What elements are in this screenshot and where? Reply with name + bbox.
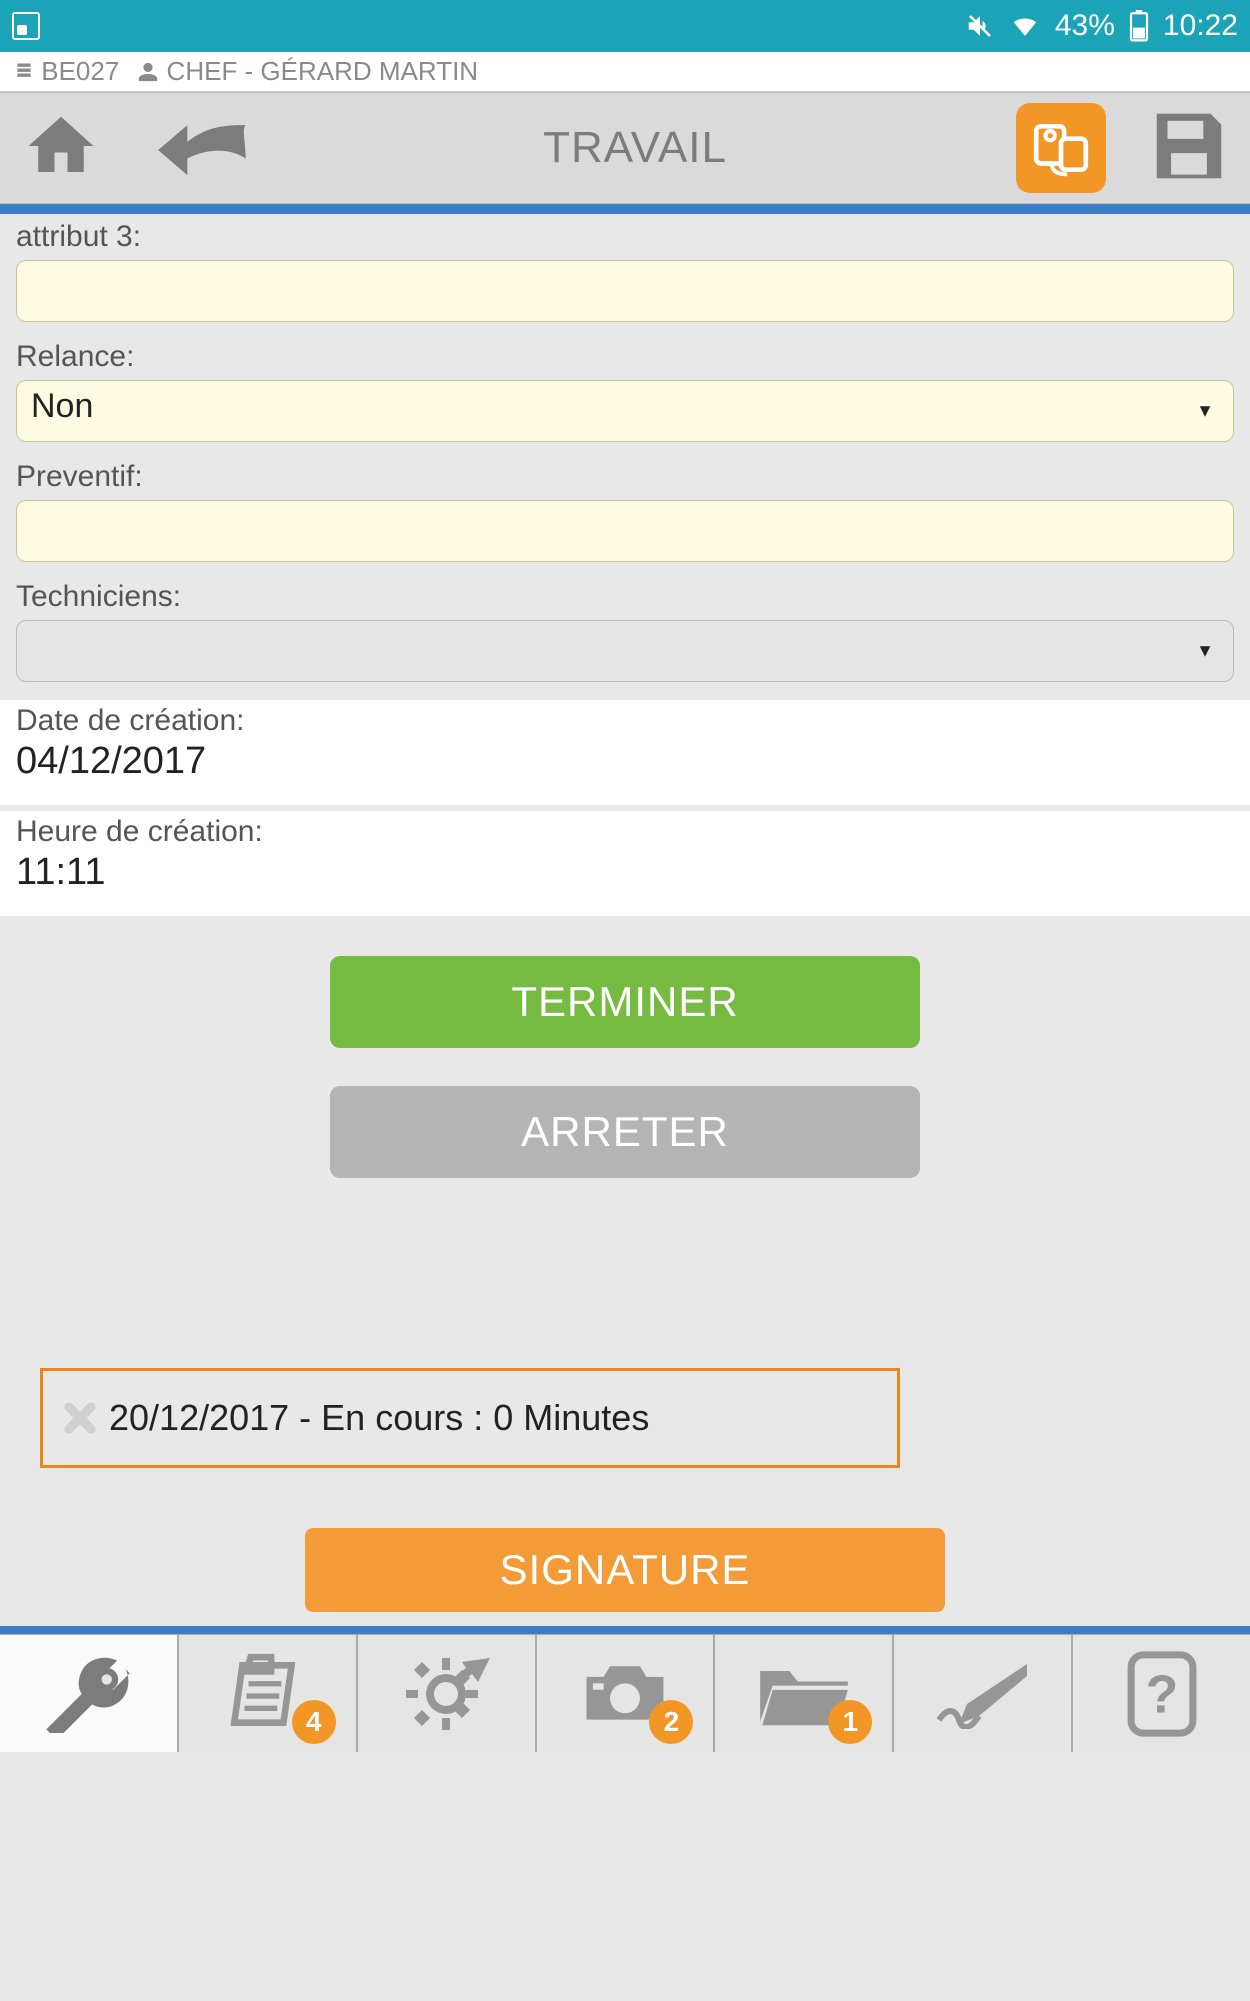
svg-text:?: ? — [1145, 1665, 1178, 1724]
field-preventif: Preventif: — [16, 460, 1234, 562]
creation-time-value: 11:11 — [16, 851, 1234, 894]
android-status-bar: 43% 10:22 — [0, 0, 1250, 52]
close-icon[interactable] — [57, 1395, 103, 1441]
creation-date-value: 04/12/2017 — [16, 740, 1234, 783]
field-attribut3: attribut 3: — [16, 220, 1234, 322]
creation-time-label: Heure de création: — [16, 815, 1234, 849]
creation-date-label: Date de création: — [16, 704, 1234, 738]
battery-percent: 43% — [1055, 9, 1115, 43]
field-creation-time: Heure de création: 11:11 — [0, 811, 1250, 916]
page-title: TRAVAIL — [254, 123, 1016, 173]
field-relance: Relance: Non — [16, 340, 1234, 442]
vehicle-badge: BE027 — [14, 56, 119, 87]
field-techniciens: Techniciens: — [16, 580, 1234, 682]
divider — [0, 204, 1250, 214]
relance-label: Relance: — [16, 340, 1234, 374]
tab-work[interactable] — [0, 1635, 179, 1752]
tab-camera[interactable]: 2 — [537, 1635, 716, 1752]
signature-button[interactable]: SIGNATURE — [305, 1528, 945, 1612]
divider — [0, 1626, 1250, 1634]
attribut3-input[interactable] — [16, 260, 1234, 322]
user-bar: BE027 CHEF - GÉRARD MARTIN — [0, 52, 1250, 92]
relance-select[interactable]: Non — [16, 380, 1234, 442]
app-bar: TRAVAIL — [0, 92, 1250, 204]
user-badge: CHEF - GÉRARD MARTIN — [137, 56, 478, 87]
status-entry-text: 20/12/2017 - En cours : 0 Minutes — [109, 1397, 649, 1439]
tab-gear-out[interactable] — [358, 1635, 537, 1752]
action-buttons: TERMINER ARRETER — [16, 956, 1234, 1178]
home-button[interactable] — [18, 107, 104, 190]
tab-clipboard[interactable]: 4 — [179, 1635, 358, 1752]
techniciens-label: Techniciens: — [16, 580, 1234, 614]
attribut3-label: attribut 3: — [16, 220, 1234, 254]
preventif-label: Preventif: — [16, 460, 1234, 494]
devices-button[interactable] — [1016, 103, 1106, 193]
tab-help[interactable]: ? — [1073, 1635, 1250, 1752]
techniciens-select[interactable] — [16, 620, 1234, 682]
gallery-icon — [12, 12, 40, 40]
form: attribut 3: Relance: Non Preventif: Tech… — [0, 214, 1250, 1612]
status-entry[interactable]: 20/12/2017 - En cours : 0 Minutes — [40, 1368, 900, 1468]
tab-sign[interactable] — [894, 1635, 1073, 1752]
tab-folder[interactable]: 1 — [715, 1635, 894, 1752]
battery-icon — [1129, 10, 1149, 42]
clock: 10:22 — [1163, 9, 1238, 43]
wifi-icon — [1009, 11, 1041, 41]
back-button[interactable] — [154, 113, 254, 184]
badge-camera: 2 — [649, 1700, 693, 1744]
save-button[interactable] — [1146, 103, 1232, 194]
badge-folder: 1 — [828, 1700, 872, 1744]
stop-button[interactable]: ARRETER — [330, 1086, 920, 1178]
field-creation-date: Date de création: 04/12/2017 — [0, 700, 1250, 805]
terminate-button[interactable]: TERMINER — [330, 956, 920, 1048]
tab-bar: 4 2 1 ? — [0, 1634, 1250, 1752]
preventif-input[interactable] — [16, 500, 1234, 562]
mute-icon — [965, 11, 995, 41]
badge-clipboard: 4 — [292, 1700, 336, 1744]
